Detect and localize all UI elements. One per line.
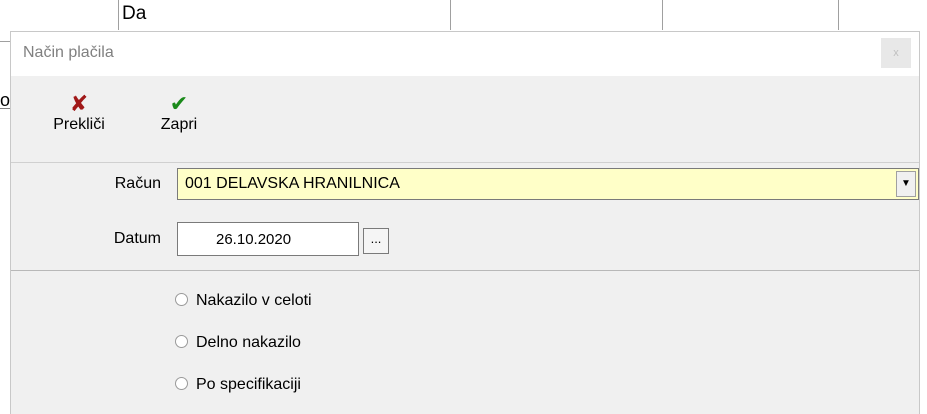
- payment-method-dialog: Način plačila x ✘ Prekliči ✔ Zapri Račun…: [10, 31, 920, 414]
- chevron-down-icon: ▼: [901, 178, 911, 189]
- grid-divider: [450, 0, 451, 30]
- date-label: Datum: [113, 230, 161, 247]
- divider: [11, 270, 919, 271]
- radio-button-icon: [175, 293, 188, 307]
- radio-full-transfer[interactable]: Nakazilo v celoti: [175, 292, 312, 310]
- grid-divider: [118, 0, 119, 30]
- radio-by-specification[interactable]: Po specifikaciji: [175, 376, 301, 394]
- close-icon: x: [893, 47, 899, 59]
- close-button-label: Zapri: [160, 116, 198, 133]
- cancel-button-label: Prekliči: [53, 116, 105, 133]
- dialog-toolbar: ✘ Prekliči ✔ Zapri: [11, 76, 919, 163]
- radio-button-icon: [175, 335, 188, 349]
- close-window-button[interactable]: x: [881, 38, 911, 68]
- radio-label: Po specifikaciji: [196, 376, 301, 393]
- ellipsis-icon: ...: [370, 231, 382, 246]
- radio-button-icon: [175, 377, 188, 391]
- x-icon: ✘: [69, 91, 89, 116]
- radio-partial-transfer[interactable]: Delno nakazilo: [175, 334, 301, 352]
- dialog-title: Način plačila: [23, 44, 114, 61]
- date-field-value: 26.10.2020: [216, 231, 292, 248]
- radio-label: Delno nakazilo: [196, 334, 301, 351]
- account-label: Račun: [114, 175, 161, 192]
- cancel-button[interactable]: ✘ Prekliči: [39, 92, 119, 134]
- grid-divider: [662, 0, 663, 30]
- checkmark-icon: ✔: [169, 91, 189, 116]
- grid-divider: [0, 108, 10, 109]
- grid-divider: [0, 41, 10, 42]
- radio-label: Nakazilo v celoti: [196, 292, 312, 309]
- close-button[interactable]: ✔ Zapri: [149, 92, 209, 134]
- background-column-header: Da: [122, 3, 147, 24]
- account-select[interactable]: 001 DELAVSKA HRANILNICA ▼: [177, 168, 919, 200]
- account-select-value: 001 DELAVSKA HRANILNICA: [185, 175, 400, 192]
- date-picker-button[interactable]: ...: [363, 228, 389, 254]
- dialog-titlebar[interactable]: Način plačila x: [11, 32, 919, 76]
- dropdown-arrow-button[interactable]: ▼: [896, 171, 916, 197]
- date-field[interactable]: 26.10.2020: [177, 222, 359, 256]
- grid-divider: [838, 0, 839, 30]
